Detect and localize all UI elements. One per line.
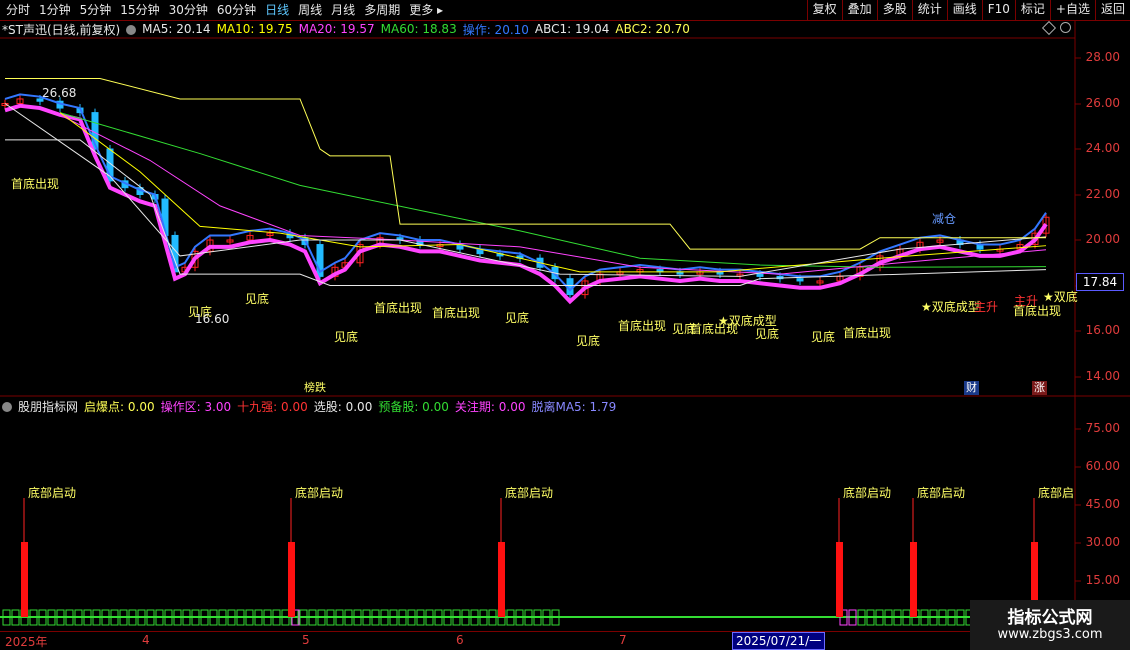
signal-annotation: 见底 (505, 311, 530, 325)
signal-bar (498, 542, 505, 617)
legend-abc2: ABC2: 20.70 (615, 22, 690, 36)
legend-ma10: MA10: 19.75 (216, 22, 293, 36)
circle-icon[interactable] (1060, 22, 1071, 33)
price-tick: 16.00 (1085, 323, 1120, 337)
bottom-start-label: 底部启 (1038, 486, 1075, 500)
signal-annotation: 见底 (811, 330, 836, 344)
bottom-start-label: 底部启动 (295, 486, 344, 500)
sub-tick: 60.00 (1085, 459, 1120, 473)
legend-caozuoqu: 操作区: 3.00 (160, 399, 232, 414)
gear-icon[interactable] (126, 25, 137, 35)
legend-tuoli-ma5: 脱离MA5: 1.79 (531, 399, 617, 414)
main-legend: *ST声迅(日线,前复权) MA5: 20.14 MA10: 19.75 MA2… (2, 21, 696, 37)
watermark: 指标公式网 www.zbgs3.com (970, 600, 1130, 650)
kline-chart[interactable] (0, 0, 1130, 650)
signal-annotation: 首底出现 (618, 319, 667, 333)
legend-yubeigu: 预备股: 0.00 (378, 399, 449, 414)
legend-guanzhuqi: 关注期: 0.00 (454, 399, 526, 414)
price-tick: 26.00 (1085, 96, 1120, 110)
signal-annotation: 见底 (334, 330, 359, 344)
watermark-url: www.zbgs3.com (997, 627, 1103, 642)
legend-shijiuqiang: 十九强: 0.00 (237, 399, 308, 414)
rise-badge[interactable]: 涨 (1032, 381, 1047, 395)
date-label: 4 (142, 633, 150, 647)
signal-annotation: 首底出现 (843, 326, 892, 340)
date-label: 7 (619, 633, 627, 647)
legend-ma20: MA20: 19.57 (298, 22, 375, 36)
signal-annotation: 减仓 (932, 212, 957, 226)
date-axis: 2025年 4 5 6 7 2025/07/21/一 (0, 631, 1075, 650)
candle-body (756, 273, 764, 277)
price-tick: 20.00 (1085, 232, 1120, 246)
sub-legend: 股朋指标网 启爆点: 0.00 操作区: 3.00 十九强: 0.00 选股: … (2, 398, 622, 414)
indicator-title[interactable]: 股朋指标网 (18, 398, 78, 415)
signal-annotation: ★双底成型 (921, 300, 980, 314)
ma60-line (59, 112, 1047, 268)
price-tick: 22.00 (1085, 187, 1120, 201)
legend-ma60: MA60: 18.83 (380, 22, 457, 36)
ma5-line (4, 103, 1047, 277)
legend-xuangu: 选股: 0.00 (313, 399, 373, 414)
stock-title[interactable]: *ST声迅(日线,前复权) (2, 21, 120, 38)
finance-badge[interactable]: 财 (964, 381, 979, 395)
signal-annotation: 主升 (974, 300, 999, 314)
signal-annotation: 首底出现 (1013, 304, 1062, 318)
sub-tick: 45.00 (1085, 497, 1120, 511)
bottom-start-label: 底部启动 (843, 486, 892, 500)
legend-abc1: ABC1: 19.04 (534, 22, 610, 36)
price-tick: 24.00 (1085, 141, 1120, 155)
high-label: 26.68 (42, 86, 77, 100)
watermark-title: 指标公式网 (1007, 608, 1093, 628)
date-label: 6 (456, 633, 464, 647)
legend-operate: 操作: 20.10 (462, 22, 529, 37)
bottom-start-label: 底部启动 (505, 486, 554, 500)
signal-bar (288, 542, 295, 617)
signal-bar (21, 542, 28, 617)
signal-annotation: 首底出现 (11, 177, 60, 191)
date-cursor: 2025/07/21/一 (732, 632, 826, 650)
operate-band (4, 103, 1048, 305)
legend-ma5: MA5: 20.14 (142, 22, 211, 36)
stock-chart-window: 分时 1分钟 5分钟 15分钟 30分钟 60分钟 日线 周线 月线 多周期 更多 ▸ 复权 叠加 多股… (0, 0, 1130, 650)
low-label: 16.60 (195, 312, 230, 326)
gear-icon[interactable] (2, 402, 12, 412)
signal-annotation: 见底 (755, 327, 780, 341)
bottom-start-label: 底部启动 (917, 486, 966, 500)
signal-bar (910, 542, 917, 617)
bottom-start-label: 底部启动 (28, 486, 77, 500)
signal-annotation: 见底 (245, 292, 270, 306)
legend-qibaodian: 启爆点: 0.00 (84, 399, 155, 414)
price-marker: 17.84 (1076, 273, 1124, 291)
rank-badge[interactable]: 榜跌 (302, 381, 328, 395)
sub-tick: 15.00 (1085, 573, 1120, 587)
signal-annotation: 首底出现 (374, 301, 423, 315)
date-label: 5 (302, 633, 310, 647)
sub-tick: 30.00 (1085, 535, 1120, 549)
signal-bar (836, 542, 843, 617)
sub-tick: 75.00 (1085, 421, 1120, 435)
signal-annotation: 见底 (576, 334, 601, 348)
signal-annotation: 首底出现 (432, 306, 481, 320)
price-tick: 28.00 (1085, 50, 1120, 64)
date-label: 2025年 (5, 635, 48, 649)
candle-body (796, 278, 804, 282)
price-tick: 14.00 (1085, 369, 1120, 383)
